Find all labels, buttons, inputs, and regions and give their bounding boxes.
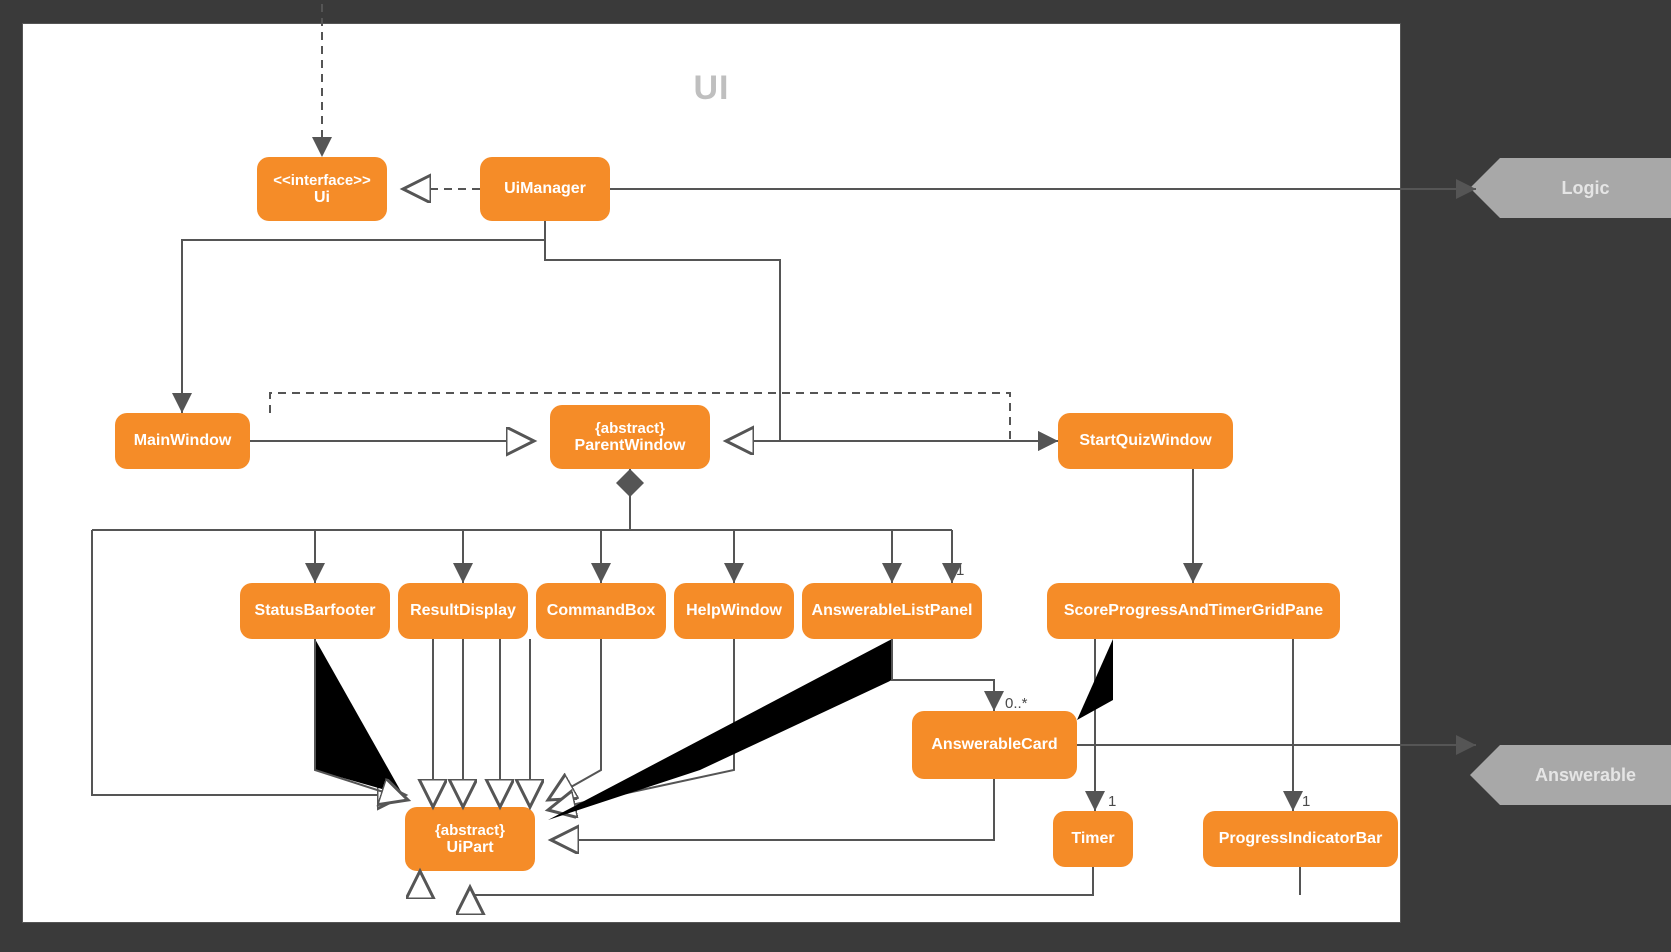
- frame-title: UI: [694, 69, 730, 108]
- stereo-ui: <<interface>>: [273, 172, 371, 189]
- mult-ac: 0..*: [1005, 695, 1028, 712]
- external-answerable-box: Answerable: [1500, 745, 1671, 805]
- external-logic-label: Logic: [1562, 178, 1610, 199]
- stereo-uipart: {abstract}: [435, 822, 505, 839]
- label-answerablelistpanel: AnswerableListPanel: [812, 602, 973, 620]
- label-commandbox: CommandBox: [547, 602, 655, 620]
- node-statusbarfooter: StatusBarfooter: [240, 583, 390, 639]
- label-helpwindow: HelpWindow: [686, 602, 782, 620]
- external-answerable-label: Answerable: [1535, 765, 1636, 786]
- node-resultdisplay: ResultDisplay: [398, 583, 528, 639]
- label-answerablecard: AnswerableCard: [931, 736, 1057, 754]
- label-statusbarfooter: StatusBarfooter: [255, 602, 376, 620]
- node-parentwindow: {abstract} ParentWindow: [550, 405, 710, 469]
- node-answerablecard: AnswerableCard: [912, 711, 1077, 779]
- node-commandbox: CommandBox: [536, 583, 666, 639]
- mult-alp: 1: [956, 562, 964, 579]
- label-uimanager: UiManager: [504, 180, 586, 198]
- label-parentwindow: ParentWindow: [575, 437, 686, 455]
- node-uimanager: UiManager: [480, 157, 610, 221]
- label-scoreprogress: ScoreProgressAndTimerGridPane: [1064, 602, 1323, 620]
- uml-frame: UI: [22, 23, 1401, 923]
- stereo-parentwindow: {abstract}: [595, 420, 665, 437]
- mult-timer: 1: [1108, 793, 1116, 810]
- node-mainwindow: MainWindow: [115, 413, 250, 469]
- label-mainwindow: MainWindow: [134, 432, 232, 450]
- label-uipart: UiPart: [446, 839, 493, 857]
- label-resultdisplay: ResultDisplay: [410, 602, 516, 620]
- label-progressbar: ProgressIndicatorBar: [1219, 830, 1383, 848]
- node-progressbar: ProgressIndicatorBar: [1203, 811, 1398, 867]
- node-timer: Timer: [1053, 811, 1133, 867]
- node-uipart: {abstract} UiPart: [405, 807, 535, 871]
- label-timer: Timer: [1071, 830, 1114, 848]
- node-scoreprogress: ScoreProgressAndTimerGridPane: [1047, 583, 1340, 639]
- node-answerablelistpanel: AnswerableListPanel: [802, 583, 982, 639]
- mult-pb: 1: [1302, 793, 1310, 810]
- external-logic-box: Logic: [1500, 158, 1671, 218]
- label-startquizwindow: StartQuizWindow: [1079, 432, 1211, 450]
- node-helpwindow: HelpWindow: [674, 583, 794, 639]
- node-startquizwindow: StartQuizWindow: [1058, 413, 1233, 469]
- node-ui: <<interface>> Ui: [257, 157, 387, 221]
- label-ui: Ui: [314, 189, 330, 207]
